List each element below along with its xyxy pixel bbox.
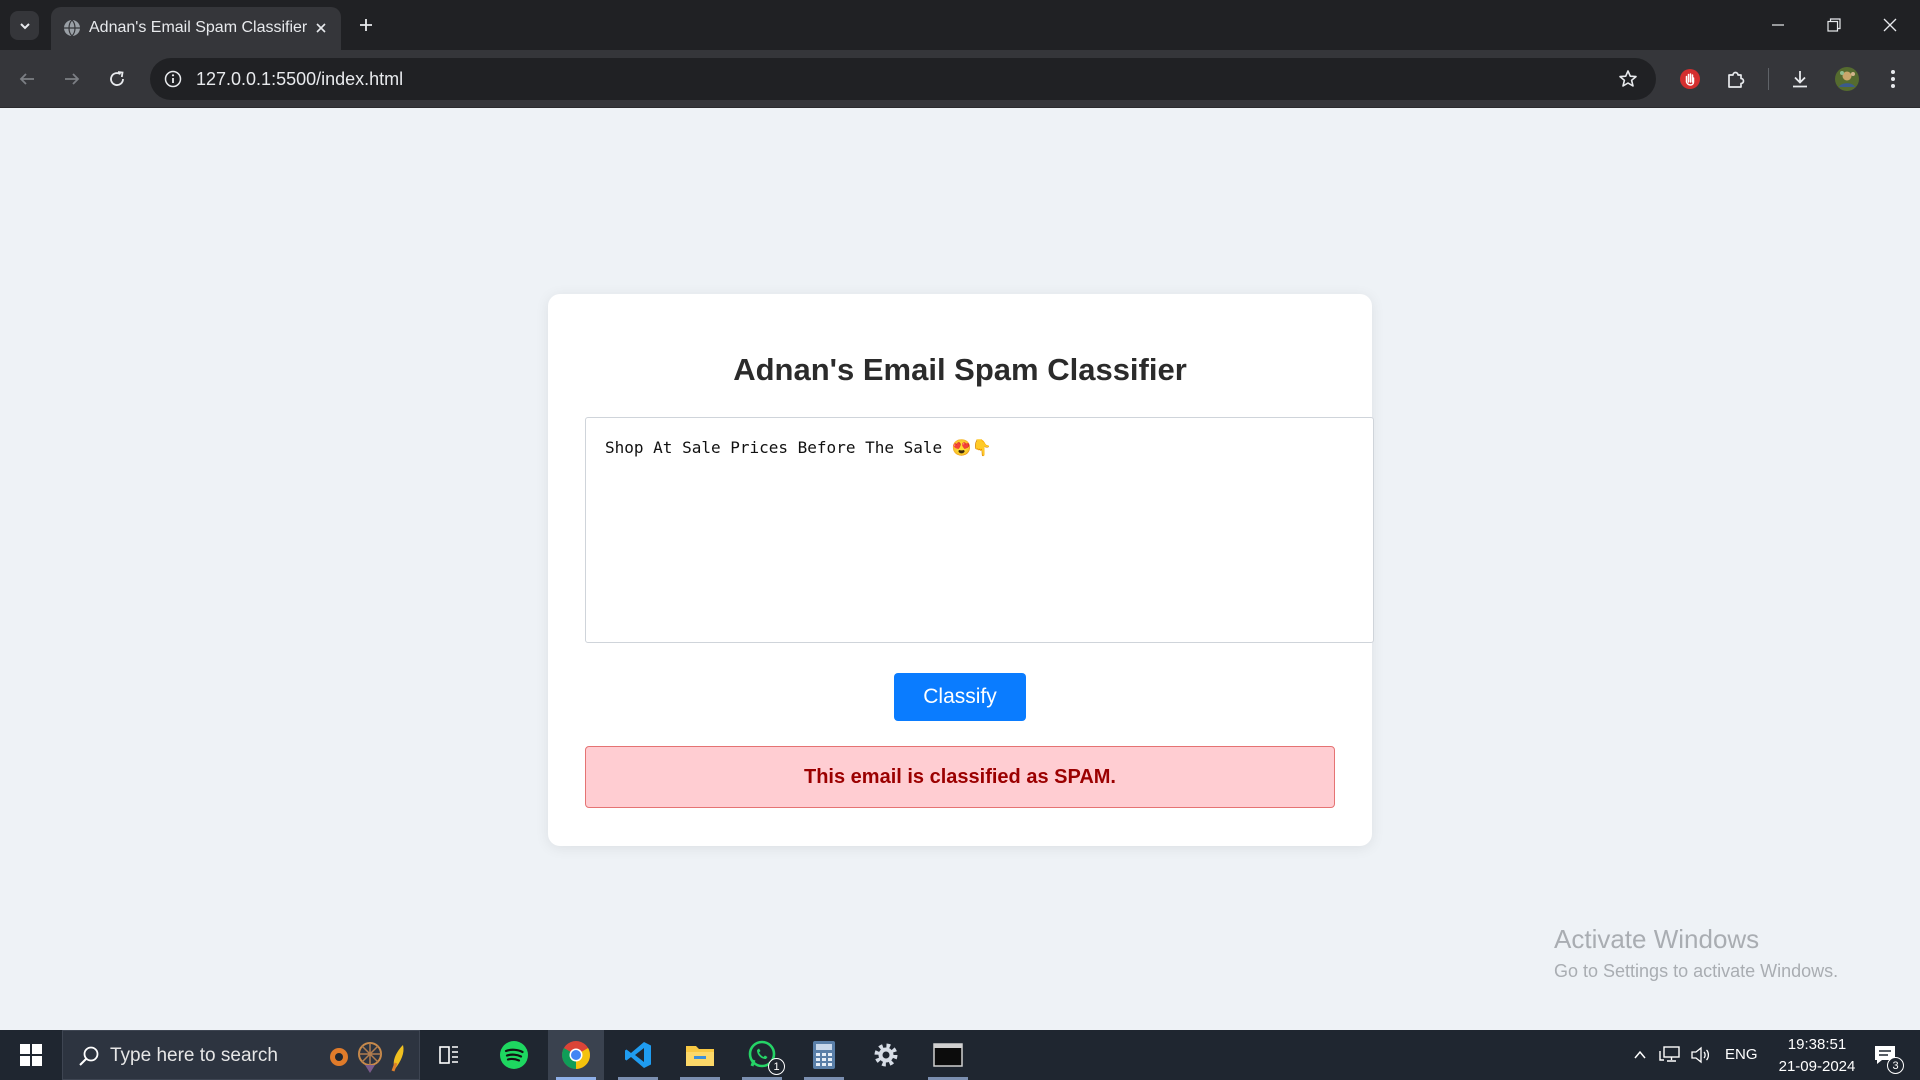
profile-button[interactable] bbox=[1831, 63, 1863, 95]
site-info-button[interactable] bbox=[162, 68, 184, 90]
new-tab-button[interactable] bbox=[352, 11, 380, 39]
bookmark-button[interactable] bbox=[1616, 67, 1640, 91]
browser-tab-active[interactable]: Adnan's Email Spam Classifier bbox=[51, 7, 341, 50]
windows-logo-icon bbox=[20, 1044, 42, 1066]
restore-icon bbox=[1827, 18, 1841, 32]
chevron-down-icon bbox=[19, 22, 30, 29]
restore-button[interactable] bbox=[1806, 0, 1862, 50]
taskbar-settings[interactable] bbox=[858, 1030, 914, 1080]
tray-clock[interactable]: 19:38:51 21-09-2024 bbox=[1762, 1034, 1872, 1078]
network-icon bbox=[1659, 1046, 1680, 1062]
tab-title: Adnan's Email Spam Classifier bbox=[89, 19, 308, 36]
clock-date: 21-09-2024 bbox=[1778, 1058, 1856, 1075]
tray-network[interactable] bbox=[1659, 1044, 1681, 1066]
page-title: Adnan's Email Spam Classifier bbox=[733, 352, 1187, 387]
tab-close-button[interactable] bbox=[310, 17, 332, 39]
search-highlight-icon bbox=[330, 1042, 404, 1073]
task-view-icon bbox=[439, 1046, 458, 1064]
download-icon bbox=[1793, 71, 1807, 88]
minimize-button[interactable] bbox=[1750, 0, 1806, 50]
forward-button[interactable] bbox=[56, 63, 88, 95]
extension-adblock-button[interactable] bbox=[1674, 63, 1706, 95]
terminal-icon bbox=[933, 1043, 963, 1067]
start-button[interactable] bbox=[6, 1030, 56, 1080]
search-placeholder: Type here to search bbox=[110, 1045, 278, 1066]
classifier-card: Adnan's Email Spam Classifier Shop At Sa… bbox=[548, 294, 1374, 846]
arrow-right-icon bbox=[65, 73, 80, 85]
calculator-icon bbox=[813, 1041, 835, 1069]
chrome-icon bbox=[562, 1041, 590, 1069]
tray-overflow-button[interactable] bbox=[1629, 1044, 1651, 1066]
hand-stop-icon bbox=[1680, 69, 1700, 89]
tab-search-button[interactable] bbox=[10, 11, 39, 40]
address-url[interactable]: 127.0.0.1:5500/index.html bbox=[196, 69, 403, 90]
taskbar-vscode[interactable] bbox=[610, 1030, 666, 1080]
watermark-subtitle: Go to Settings to activate Windows. bbox=[1554, 961, 1839, 981]
downloads-button[interactable] bbox=[1784, 63, 1816, 95]
browser-toolbar: 127.0.0.1:5500/index.html bbox=[0, 50, 1920, 108]
taskbar-whatsapp[interactable]: 1 bbox=[734, 1030, 790, 1080]
globe-icon bbox=[64, 19, 80, 37]
email-text-input[interactable]: Shop At Sale Prices Before The Sale 😍👇 bbox=[585, 417, 1374, 643]
star-icon bbox=[1619, 70, 1637, 87]
folder-icon bbox=[686, 1046, 714, 1066]
whatsapp-badge: 1 bbox=[768, 1058, 785, 1075]
taskbar-chrome[interactable] bbox=[548, 1030, 604, 1080]
gear-icon bbox=[874, 1043, 898, 1067]
clock-time: 19:38:51 bbox=[1787, 1036, 1847, 1053]
taskbar-calculator[interactable] bbox=[796, 1030, 852, 1080]
speaker-icon bbox=[1691, 1046, 1710, 1064]
browser-tab-bar: Adnan's Email Spam Classifier bbox=[0, 0, 1920, 50]
watermark-title: Activate Windows bbox=[1554, 924, 1760, 954]
toolbar-separator bbox=[1768, 68, 1769, 90]
activate-windows-watermark: Activate Windows Go to Settings to activ… bbox=[1554, 924, 1838, 982]
close-icon bbox=[316, 23, 326, 33]
info-icon bbox=[164, 70, 182, 88]
menu-button[interactable] bbox=[1877, 63, 1909, 95]
taskbar-spotify[interactable] bbox=[486, 1030, 542, 1080]
taskbar-search-box[interactable]: Type here to search bbox=[62, 1030, 420, 1080]
windows-taskbar: Type here to search 1 ENG 19:38:51 21-09… bbox=[0, 1030, 1920, 1080]
result-message: This email is classified as SPAM. bbox=[585, 746, 1335, 808]
close-window-button[interactable] bbox=[1862, 0, 1918, 50]
minimize-icon bbox=[1772, 24, 1784, 26]
plus-icon bbox=[360, 19, 372, 31]
close-icon bbox=[1883, 18, 1897, 32]
notification-badge: 3 bbox=[1887, 1057, 1904, 1074]
notification-center-button[interactable]: 3 bbox=[1866, 1040, 1906, 1074]
kebab-menu-icon bbox=[1891, 70, 1895, 88]
taskbar-terminal[interactable] bbox=[920, 1030, 976, 1080]
tray-volume[interactable] bbox=[1689, 1044, 1711, 1066]
back-button[interactable] bbox=[11, 63, 43, 95]
spotify-icon bbox=[500, 1041, 528, 1069]
search-icon bbox=[79, 1046, 99, 1066]
arrow-left-icon bbox=[19, 73, 34, 85]
taskbar-file-explorer[interactable] bbox=[672, 1030, 728, 1080]
address-bar[interactable]: 127.0.0.1:5500/index.html bbox=[150, 58, 1656, 100]
puzzle-icon bbox=[1728, 71, 1745, 88]
chevron-up-icon bbox=[1634, 1050, 1646, 1059]
extensions-button[interactable] bbox=[1720, 63, 1752, 95]
vscode-icon bbox=[625, 1042, 651, 1068]
reload-button[interactable] bbox=[101, 63, 133, 95]
reload-icon bbox=[110, 71, 124, 86]
classify-button[interactable]: Classify bbox=[894, 673, 1026, 721]
taskbar-task-view[interactable] bbox=[421, 1030, 477, 1080]
avatar bbox=[1835, 67, 1859, 91]
tray-language[interactable]: ENG bbox=[1725, 1046, 1758, 1063]
